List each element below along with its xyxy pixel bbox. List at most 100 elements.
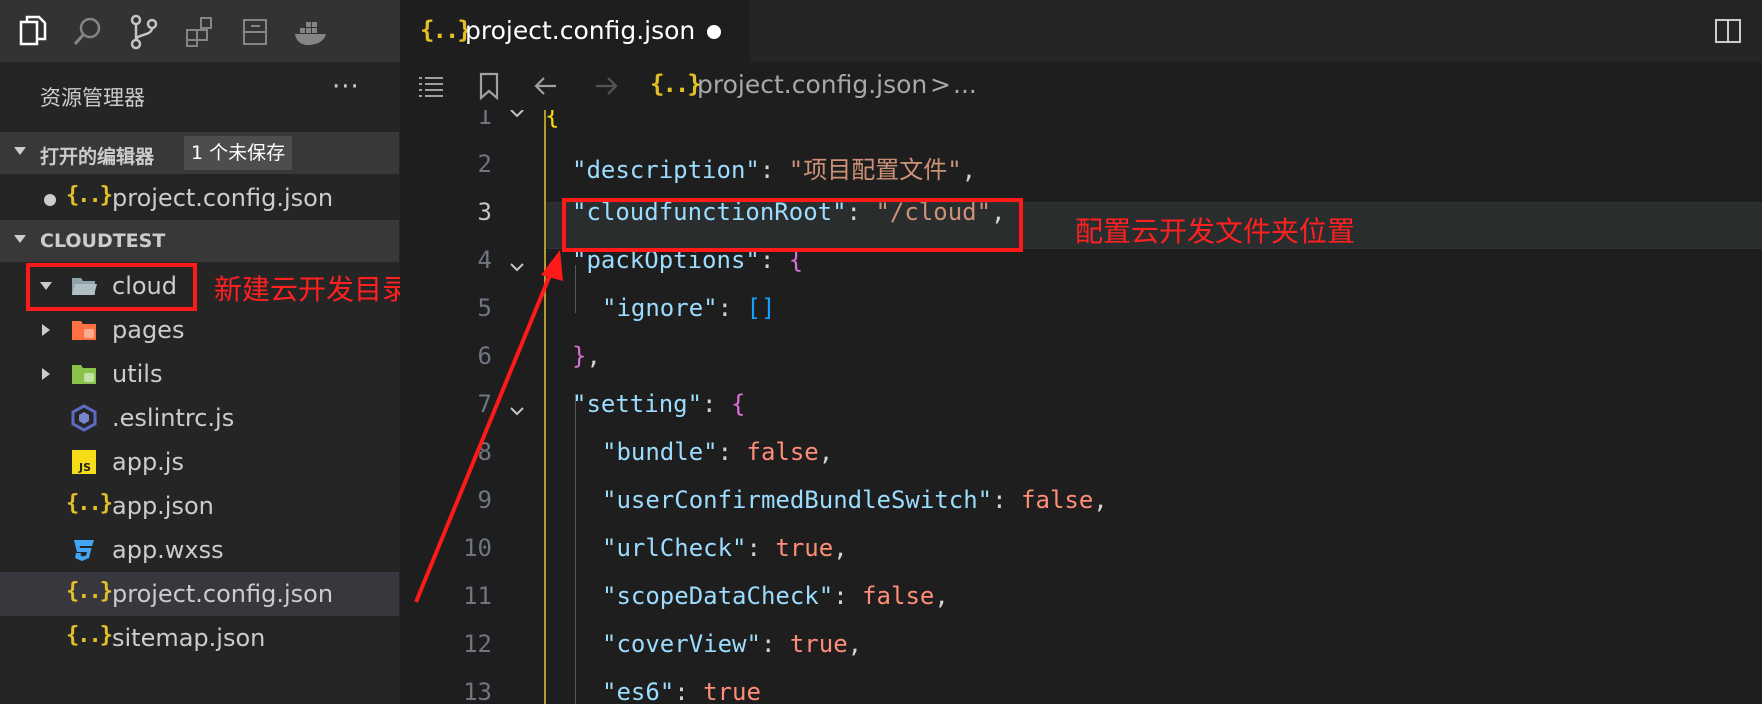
line-number: 3 [477, 198, 492, 226]
line-number: 10 [463, 534, 492, 562]
open-editor-item[interactable]: {..} project.config.json [0, 176, 399, 220]
comma: , [586, 342, 601, 370]
source-control-icon[interactable] [124, 12, 164, 52]
json-key: "coverView" [602, 630, 761, 658]
comma: , [934, 582, 949, 610]
json-key: "setting" [572, 390, 703, 418]
unsaved-dot-icon[interactable] [707, 25, 721, 39]
code-line: "scopeDataCheck": false, [602, 582, 949, 610]
section-label: CLOUDTEST [40, 230, 166, 252]
json-bool: false [746, 438, 819, 466]
file-name: .eslintrc.js [112, 404, 235, 432]
tab-project-config[interactable]: {..} project.config.json [400, 0, 750, 62]
json-key: "scopeDataCheck" [602, 582, 834, 610]
breadcrumb: {..} project.config.json > ... [400, 62, 1762, 110]
breadcrumb-more[interactable]: ... [953, 70, 977, 99]
unsaved-badge: 1 个未保存 [184, 136, 293, 170]
extensions-icon[interactable] [180, 12, 220, 52]
file-name: app.wxss [112, 536, 224, 564]
line-number: 6 [477, 342, 492, 370]
line-number: 1 [477, 110, 492, 130]
docker-icon[interactable] [292, 12, 332, 52]
json-bool: false [862, 582, 935, 610]
colon: : [702, 390, 731, 418]
colon: : [760, 630, 790, 658]
line-number: 8 [477, 438, 492, 466]
annotation-cloud-note: 新建云开发目录 [214, 273, 411, 306]
json-icon: {..} [66, 623, 113, 648]
tree-item-app-js[interactable]: JS app.js [0, 440, 399, 484]
search-icon[interactable] [68, 12, 108, 52]
more-actions-button[interactable]: ··· [332, 72, 360, 102]
json-array: [] [746, 294, 776, 322]
breadcrumb-separator: > [930, 70, 951, 99]
json-bool: true [703, 678, 761, 704]
tree-item-eslintrc[interactable]: .eslintrc.js [0, 396, 399, 440]
code-line: "userConfirmedBundleSwitch": false, [602, 486, 1108, 514]
tree-item-pages[interactable]: pages [0, 308, 399, 352]
line-number: 13 [463, 678, 492, 704]
json-icon: {..} [650, 70, 702, 98]
file-name: project.config.json [112, 580, 334, 608]
back-arrow-icon[interactable] [530, 70, 562, 102]
file-name: sitemap.json [112, 624, 266, 652]
eslint-icon [71, 404, 97, 432]
chevron-down-icon [14, 147, 26, 155]
remote-icon[interactable] [236, 12, 276, 52]
colon: : [833, 582, 863, 610]
bookmark-icon[interactable] [473, 70, 505, 102]
indent-guide [575, 394, 576, 704]
json-icon: {..} [66, 579, 113, 604]
unsaved-dot-icon[interactable] [44, 194, 56, 206]
json-icon: {..} [66, 491, 113, 516]
fold-chevron-icon[interactable] [510, 110, 524, 120]
tab-title: project.config.json [465, 16, 696, 45]
json-bool: false [1021, 486, 1094, 514]
json-key: "ignore" [602, 294, 718, 322]
tree-item-project-config[interactable]: {..} project.config.json [0, 572, 399, 616]
split-editor-icon[interactable] [1714, 18, 1742, 44]
breadcrumb-file[interactable]: project.config.json [697, 70, 927, 99]
sidebar-title: 资源管理器 [40, 86, 145, 110]
json-icon: {..} [420, 16, 472, 44]
fold-chevron-icon[interactable] [510, 404, 524, 418]
explorer-icon[interactable] [12, 12, 52, 52]
code-line: "coverView": true, [602, 630, 862, 658]
section-label: 打开的编辑器 [40, 146, 155, 168]
colon: : [717, 294, 747, 322]
brace: { [545, 110, 560, 130]
code-line: "setting": { [572, 390, 745, 418]
folder-pages-icon [72, 321, 96, 340]
explorer-sidebar: 资源管理器 ··· 打开的编辑器 1 个未保存 {..} project.con… [0, 62, 399, 704]
line-number: 2 [477, 150, 492, 178]
section-workspace[interactable]: CLOUDTEST [0, 220, 399, 262]
line-number: 9 [477, 486, 492, 514]
bracket-guide [544, 110, 546, 704]
annotation-box-cloud [26, 263, 197, 311]
json-key: "es6" [602, 678, 675, 704]
file-name: app.json [112, 492, 214, 520]
forward-arrow-icon[interactable] [590, 70, 622, 102]
chevron-right-icon [42, 368, 50, 380]
comma: , [847, 630, 863, 658]
section-open-editors[interactable]: 打开的编辑器 1 个未保存 [0, 132, 399, 174]
fold-chevron-icon[interactable] [510, 260, 524, 274]
file-name: project.config.json [112, 184, 334, 212]
code-line: { [545, 110, 559, 130]
css-icon [74, 540, 94, 561]
tree-item-utils[interactable]: utils [0, 352, 399, 396]
json-key: "description" [572, 156, 760, 184]
code-line: "description": "项目配置文件", [572, 150, 976, 185]
line-number: 12 [463, 630, 492, 658]
code-line: "bundle": false, [602, 438, 833, 466]
svg-text:JS: JS [78, 461, 91, 474]
js-icon: JS [72, 450, 96, 474]
tree-item-sitemap[interactable]: {..} sitemap.json [0, 616, 399, 660]
tree-item-app-json[interactable]: {..} app.json [0, 484, 399, 528]
json-bool: true [789, 630, 848, 658]
file-name: pages [112, 316, 185, 344]
outline-list-icon[interactable] [415, 70, 447, 102]
colon: : [717, 438, 747, 466]
json-key: "urlCheck" [602, 534, 747, 562]
tree-item-app-wxss[interactable]: app.wxss [0, 528, 399, 572]
